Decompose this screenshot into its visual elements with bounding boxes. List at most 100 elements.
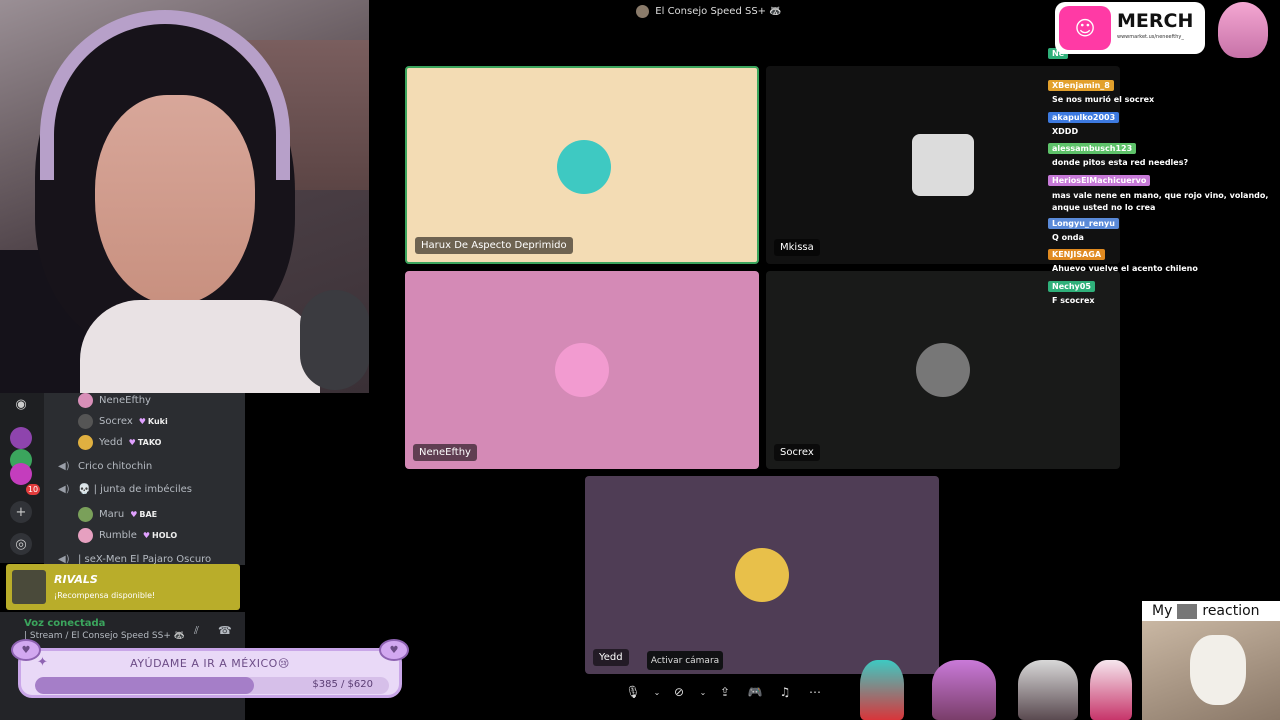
reaction-suffix: reaction (1202, 603, 1260, 619)
goal-title: AYÚDAME A IR A MÉXICO😢 (130, 657, 290, 670)
chat-message: Q onda (1052, 233, 1084, 242)
voice-user-name: NeneEfthy (99, 395, 151, 406)
call-avatar (636, 4, 650, 18)
voice-user-name: Rumble (99, 530, 137, 541)
chat-message: XDDD (1052, 127, 1079, 136)
participant-avatar (555, 343, 609, 397)
cat-mini-icon (1177, 603, 1198, 619)
voice-connected-status: Voz conectada (24, 618, 106, 629)
chat-username: HeriosElMachicuervo (1048, 175, 1151, 186)
avatar (78, 507, 93, 522)
avatar (78, 393, 93, 408)
avatar (78, 435, 93, 450)
reward-banner[interactable]: RIVALS ¡Recompensa disponible! (6, 564, 240, 610)
merch-logo-icon: ☺ (1059, 6, 1111, 50)
avatar (78, 414, 93, 429)
voice-user[interactable]: NeneEfthy (78, 393, 151, 408)
voice-channel[interactable]: ◀) 💀 | junta de imbéciles (58, 484, 192, 495)
more-icon[interactable]: ⋯ (804, 681, 826, 703)
activity-icon[interactable]: 🎮 (744, 681, 766, 703)
cat-image (1190, 635, 1246, 705)
emote-character (1018, 660, 1078, 720)
discover-icon[interactable]: ◎ (10, 533, 32, 555)
goal-amount: $385 / $620 (312, 679, 373, 690)
emote-character (932, 660, 996, 720)
video-tile[interactable]: Harux De Aspecto Deprimido (405, 66, 759, 264)
voice-user[interactable]: Yedd TAKO (78, 435, 161, 450)
add-server-icon[interactable]: + (10, 501, 32, 523)
reward-image (12, 570, 46, 604)
user-tag: BAE (130, 510, 157, 519)
participant-avatar (912, 134, 974, 196)
voice-user[interactable]: Maru BAE (78, 507, 157, 522)
chat-username: akapulko2003 (1048, 112, 1120, 123)
streamer-webcam (0, 0, 369, 393)
speaker-icon: ◀) (58, 461, 70, 472)
chat-username: Nechy05 (1048, 281, 1095, 292)
video-tile[interactable]: NeneEfthy (405, 271, 759, 469)
video-tile[interactable]: Yedd (585, 476, 939, 674)
participant-avatar (916, 343, 970, 397)
noise-suppression-icon[interactable]: ⫽ (194, 624, 199, 638)
voice-channel-list: NeneEfthy Socrex Kuki Yedd TAKO ◀) Crico… (44, 393, 245, 565)
webcam-headset (40, 10, 290, 180)
participant-name: Harux De Aspecto Deprimido (415, 237, 573, 254)
voice-connected-channel[interactable]: | Stream / El Consejo Speed SS+ 🦝 (24, 631, 185, 641)
chat-message: mas vale nene en mano, que rojo vino, vo… (1052, 191, 1269, 212)
participant-avatar (735, 548, 789, 602)
reward-brand: RIVALS (54, 573, 98, 586)
call-title: El Consejo Speed SS+ 🦝 (655, 5, 782, 17)
chat-username: Longyu_renyu (1048, 218, 1119, 229)
anime-character-overlay (1218, 2, 1268, 58)
user-tag: HOLO (143, 531, 177, 540)
voice-channel-name: 💀 | junta de imbéciles (78, 484, 192, 495)
voice-user[interactable]: Socrex Kuki (78, 414, 168, 429)
discord-icon[interactable]: ◉ (10, 393, 32, 415)
emote-character (1090, 660, 1132, 720)
user-tag: Kuki (139, 417, 168, 426)
server-icon-pink[interactable] (10, 463, 32, 485)
participant-avatar (557, 140, 611, 194)
voice-user-name: Yedd (99, 437, 123, 448)
chat-username: alessambusch123 (1048, 143, 1137, 154)
camera-off-icon[interactable]: ⊘ (668, 681, 690, 703)
reaction-overlay: My reaction (1142, 601, 1280, 720)
participant-name: Socrex (774, 444, 820, 461)
voice-user-name: Maru (99, 509, 125, 520)
soundboard-icon[interactable]: ♫ (774, 681, 796, 703)
webcam-shirt (80, 300, 320, 393)
reward-text: ¡Recompensa disponible! (54, 591, 156, 600)
server-icon-purple[interactable] (10, 427, 32, 449)
server-notification-badge: 10 (26, 484, 40, 495)
user-tag: TAKO (129, 438, 162, 447)
avatar (78, 528, 93, 543)
chevron-down-icon[interactable]: ⌄ (652, 681, 662, 703)
disconnect-icon[interactable]: ☎ (218, 624, 232, 637)
goal-progress-fill (35, 677, 255, 694)
call-toolbar: 🎙 ⌄ ⊘ ⌄ ⇪ 🎮 ♫ ⋯ (622, 680, 854, 704)
reaction-label: My reaction (1152, 603, 1260, 619)
emote-character (860, 660, 904, 720)
call-title-bar: El Consejo Speed SS+ 🦝 (369, 0, 1049, 22)
chat-message: Ahuevo vuelve el acento chileno (1052, 264, 1198, 273)
merch-banner[interactable]: ☺ MERCH wwwmarket.us/neneefthy_ (1055, 2, 1205, 54)
merch-url: wwwmarket.us/neneefthy_ (1117, 34, 1184, 40)
voice-user[interactable]: Rumble HOLO (78, 528, 177, 543)
chat-message: F scocrex (1052, 296, 1095, 305)
donation-goal: ♥ ♥ ✦ AYÚDAME A IR A MÉXICO😢 $385 / $620 (11, 639, 409, 698)
voice-user-name: Socrex (99, 416, 133, 427)
voice-channel-name: Crico chitochin (78, 461, 153, 472)
chat-message: Se nos murió el socrex (1052, 95, 1155, 104)
chat-message: donde pitos esta red needles? (1052, 158, 1189, 167)
reaction-prefix: My (1152, 603, 1173, 619)
microphone-icon[interactable]: 🎙 (622, 681, 644, 703)
voice-channel[interactable]: ◀) Crico chitochin (58, 461, 152, 472)
participant-name: NeneEfthy (413, 444, 477, 461)
merch-word: MERCH (1117, 10, 1194, 32)
chevron-down-icon[interactable]: ⌄ (698, 681, 708, 703)
participant-name: Mkissa (774, 239, 820, 256)
camera-tooltip: Activar cámara (647, 651, 723, 670)
speaker-icon: ◀) (58, 484, 70, 495)
chat-username: XBenjamin_8 (1048, 80, 1114, 91)
screen-share-icon[interactable]: ⇪ (714, 681, 736, 703)
